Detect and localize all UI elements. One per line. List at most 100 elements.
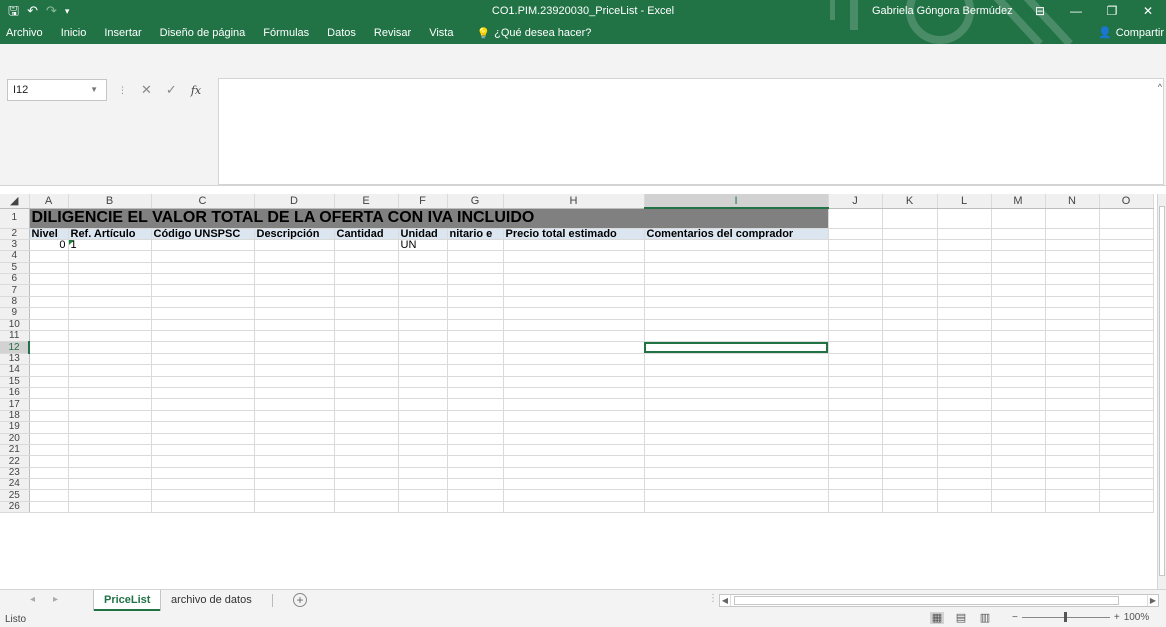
collapse-formula-bar-icon[interactable]: ^ [1158,82,1162,92]
row-header[interactable]: 3 [0,239,30,252]
worksheet-grid[interactable]: ◢ A B C D E F G H I J K L M N O 1 DILIGE… [0,194,1160,589]
row-header[interactable]: 4 [0,250,30,263]
row-header[interactable]: 6 [0,273,30,286]
row-header[interactable]: 2 [0,228,30,240]
column-header[interactable]: H [503,194,645,209]
header-cell-cantidad[interactable]: Cantidad [334,228,399,240]
tell-me-label: ¿Qué desea hacer? [494,27,592,39]
sheet-title-cell[interactable]: DILIGENCIE EL VALOR TOTAL DE LA OFERTA C… [29,208,829,229]
zoom-level[interactable]: 100% [1124,612,1150,623]
row-header[interactable]: 8 [0,296,30,309]
tab-datos[interactable]: Datos [318,22,365,44]
row-header[interactable]: 13 [0,353,30,366]
minimize-icon[interactable]: — [1058,0,1094,22]
vertical-scrollbar[interactable] [1157,194,1166,589]
header-cell-nivel[interactable]: Nivel [29,228,69,240]
row-header-selected[interactable]: 12 [0,341,30,354]
select-all-corner[interactable]: ◢ [0,194,30,209]
horizontal-scrollbar[interactable]: ◀ ▶ [719,594,1159,607]
page-layout-view-icon[interactable]: ▤ [954,612,968,624]
row-header[interactable]: 17 [0,398,30,411]
column-header[interactable]: G [447,194,504,209]
zoom-slider[interactable] [1021,612,1110,622]
row-header[interactable]: 15 [0,376,30,388]
header-cell-precio-unitario[interactable]: nitario e [447,228,504,240]
scroll-left-icon[interactable]: ◀ [720,595,731,606]
row-header[interactable]: 26 [0,501,30,514]
formula-input[interactable] [218,78,1164,185]
row-header[interactable]: 24 [0,478,30,491]
row-header[interactable]: 20 [0,433,30,445]
tab-revisar[interactable]: Revisar [365,22,420,44]
zoom-control: − + 100% [1012,612,1149,623]
insert-function-icon[interactable]: fx [191,84,201,97]
row-header[interactable]: 18 [0,410,30,423]
zoom-in-icon[interactable]: + [1114,612,1120,623]
row-header[interactable]: 23 [0,467,30,480]
chevron-down-icon[interactable]: ▼ [90,80,98,100]
sheet-tab-pricelist[interactable]: PriceList [94,590,161,611]
column-header-selected[interactable]: I [644,194,829,209]
column-header[interactable]: J [828,194,883,209]
column-header[interactable]: N [1045,194,1100,209]
column-header[interactable]: D [254,194,335,209]
row-header[interactable]: 25 [0,489,30,502]
row-header[interactable]: 19 [0,421,30,434]
header-cell-descripcion[interactable]: Descripción [254,228,335,240]
row-header[interactable]: 10 [0,319,30,332]
sheet-nav-arrows-icon[interactable]: ◂▸ [30,594,76,605]
restore-icon[interactable]: ❐ [1094,0,1130,22]
sheet-tab-archivo-datos[interactable]: archivo de datos [161,590,262,611]
splitter-handle-icon[interactable]: ⋮ [708,593,718,604]
tab-vista[interactable]: Vista [420,22,462,44]
name-box[interactable]: I12 ▼ [7,79,107,101]
add-sheet-icon[interactable]: + [293,593,307,607]
close-icon[interactable]: ✕ [1130,0,1166,22]
row-header[interactable]: 9 [0,307,30,320]
column-header[interactable]: A [29,194,69,209]
active-cell-i12[interactable] [644,341,829,354]
scroll-right-icon[interactable]: ▶ [1147,595,1158,606]
horizontal-scroll-thumb[interactable] [734,596,1119,605]
column-header[interactable]: O [1099,194,1154,209]
tab-archivo[interactable]: Archivo [0,22,52,44]
cell-a3[interactable]: 0 [29,239,69,252]
tab-insertar[interactable]: Insertar [95,22,150,44]
row-header[interactable]: 14 [0,364,30,377]
tab-diseno-pagina[interactable]: Diseño de página [151,22,255,44]
normal-view-icon[interactable]: ▦ [930,612,944,624]
column-header[interactable]: C [151,194,255,209]
header-cell-comentarios[interactable]: Comentarios del comprador [644,228,829,240]
column-header[interactable]: B [68,194,152,209]
row-header[interactable]: 22 [0,455,30,468]
column-header[interactable]: L [937,194,992,209]
header-cell-codigo-unspsc[interactable]: Código UNSPSC [151,228,255,240]
row-header[interactable]: 21 [0,444,30,457]
row-header[interactable]: 11 [0,330,30,343]
enter-icon[interactable]: ✓ [166,82,177,98]
share-button[interactable]: 👤 Compartir [1098,22,1164,44]
row-header[interactable]: 7 [0,284,30,297]
row-header[interactable]: 5 [0,262,30,275]
row-header[interactable]: 1 [0,208,30,229]
column-header[interactable]: E [334,194,399,209]
column-header[interactable]: K [882,194,938,209]
tab-formulas[interactable]: Fórmulas [254,22,318,44]
column-header[interactable]: F [398,194,448,209]
vertical-scroll-thumb[interactable] [1159,206,1165,576]
column-header[interactable]: M [991,194,1046,209]
header-cell-precio-total[interactable]: Precio total estimado [503,228,645,240]
cancel-icon[interactable]: ✕ [141,82,152,98]
zoom-slider-knob[interactable] [1063,612,1067,622]
zoom-out-icon[interactable]: − [1012,612,1018,623]
user-name[interactable]: Gabriela Góngora Bermúdez [872,5,1013,17]
header-cell-ref-articulo[interactable]: Ref. Artículo [68,228,152,240]
tab-inicio[interactable]: Inicio [52,22,96,44]
page-break-view-icon[interactable]: ▥ [978,612,992,624]
cell-b3[interactable]: 1 [68,239,152,252]
header-cell-unidad[interactable]: Unidad [398,228,448,240]
row-header[interactable]: 16 [0,387,30,400]
ribbon-display-options-icon[interactable]: ⊟ [1022,0,1058,22]
cell-f3[interactable]: UN [398,239,448,252]
tell-me-box[interactable]: 💡 ¿Qué desea hacer? [462,27,591,40]
